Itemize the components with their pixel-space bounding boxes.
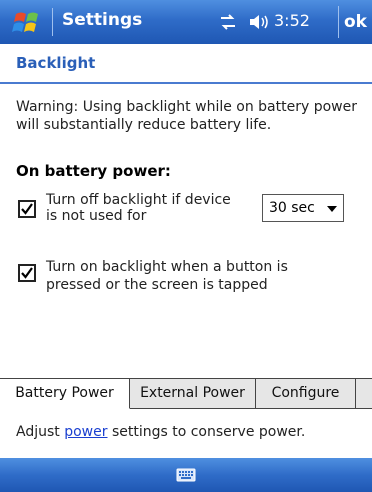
turn-off-backlight-label: Turn off backlight if device is not used…: [46, 192, 231, 224]
start-button[interactable]: [10, 6, 44, 38]
tab-configure[interactable]: Configure: [256, 379, 356, 409]
backlight-timeout-select[interactable]: 30 sec: [262, 194, 344, 222]
clock[interactable]: 3:52: [274, 11, 310, 30]
windows-flag-icon: [12, 12, 38, 32]
title-bar: Settings 3:52 ok: [0, 0, 372, 44]
footer-hint: Adjust power settings to conserve power.: [16, 424, 305, 440]
checkmark-icon: [21, 267, 33, 279]
title-separator: [52, 8, 53, 36]
tab-strip-filler: [356, 379, 372, 409]
window-title: Settings: [62, 10, 143, 30]
settings-screen: Settings 3:52 ok Backlight Warning: Usin…: [0, 0, 372, 492]
backlight-timeout-value: 30 sec: [269, 200, 315, 216]
turn-on-backlight-label: Turn on backlight when a button is press…: [46, 259, 288, 293]
page-title: Backlight: [16, 54, 96, 72]
connectivity-icon[interactable]: [218, 12, 238, 32]
power-link[interactable]: power: [64, 424, 107, 440]
ok-button[interactable]: ok: [338, 6, 372, 38]
battery-power-section-label: On battery power:: [16, 162, 171, 180]
tab-external-power[interactable]: External Power: [130, 379, 256, 409]
dropdown-arrow-icon: [327, 206, 337, 212]
volume-icon[interactable]: [248, 12, 270, 32]
tab-battery-power[interactable]: Battery Power: [0, 379, 130, 409]
footer-suffix: settings to conserve power.: [107, 424, 306, 440]
menu-bar: [0, 458, 372, 492]
keyboard-icon[interactable]: [176, 466, 196, 484]
checkmark-icon: [21, 203, 33, 215]
footer-prefix: Adjust: [16, 424, 65, 440]
turn-off-backlight-checkbox[interactable]: [18, 200, 36, 218]
turn-on-backlight-checkbox[interactable]: [18, 264, 36, 282]
battery-warning-text: Warning: Using backlight while on batter…: [16, 99, 357, 133]
tab-strip: Battery Power External Power Configure: [0, 378, 372, 409]
page-heading: Backlight: [0, 44, 372, 84]
